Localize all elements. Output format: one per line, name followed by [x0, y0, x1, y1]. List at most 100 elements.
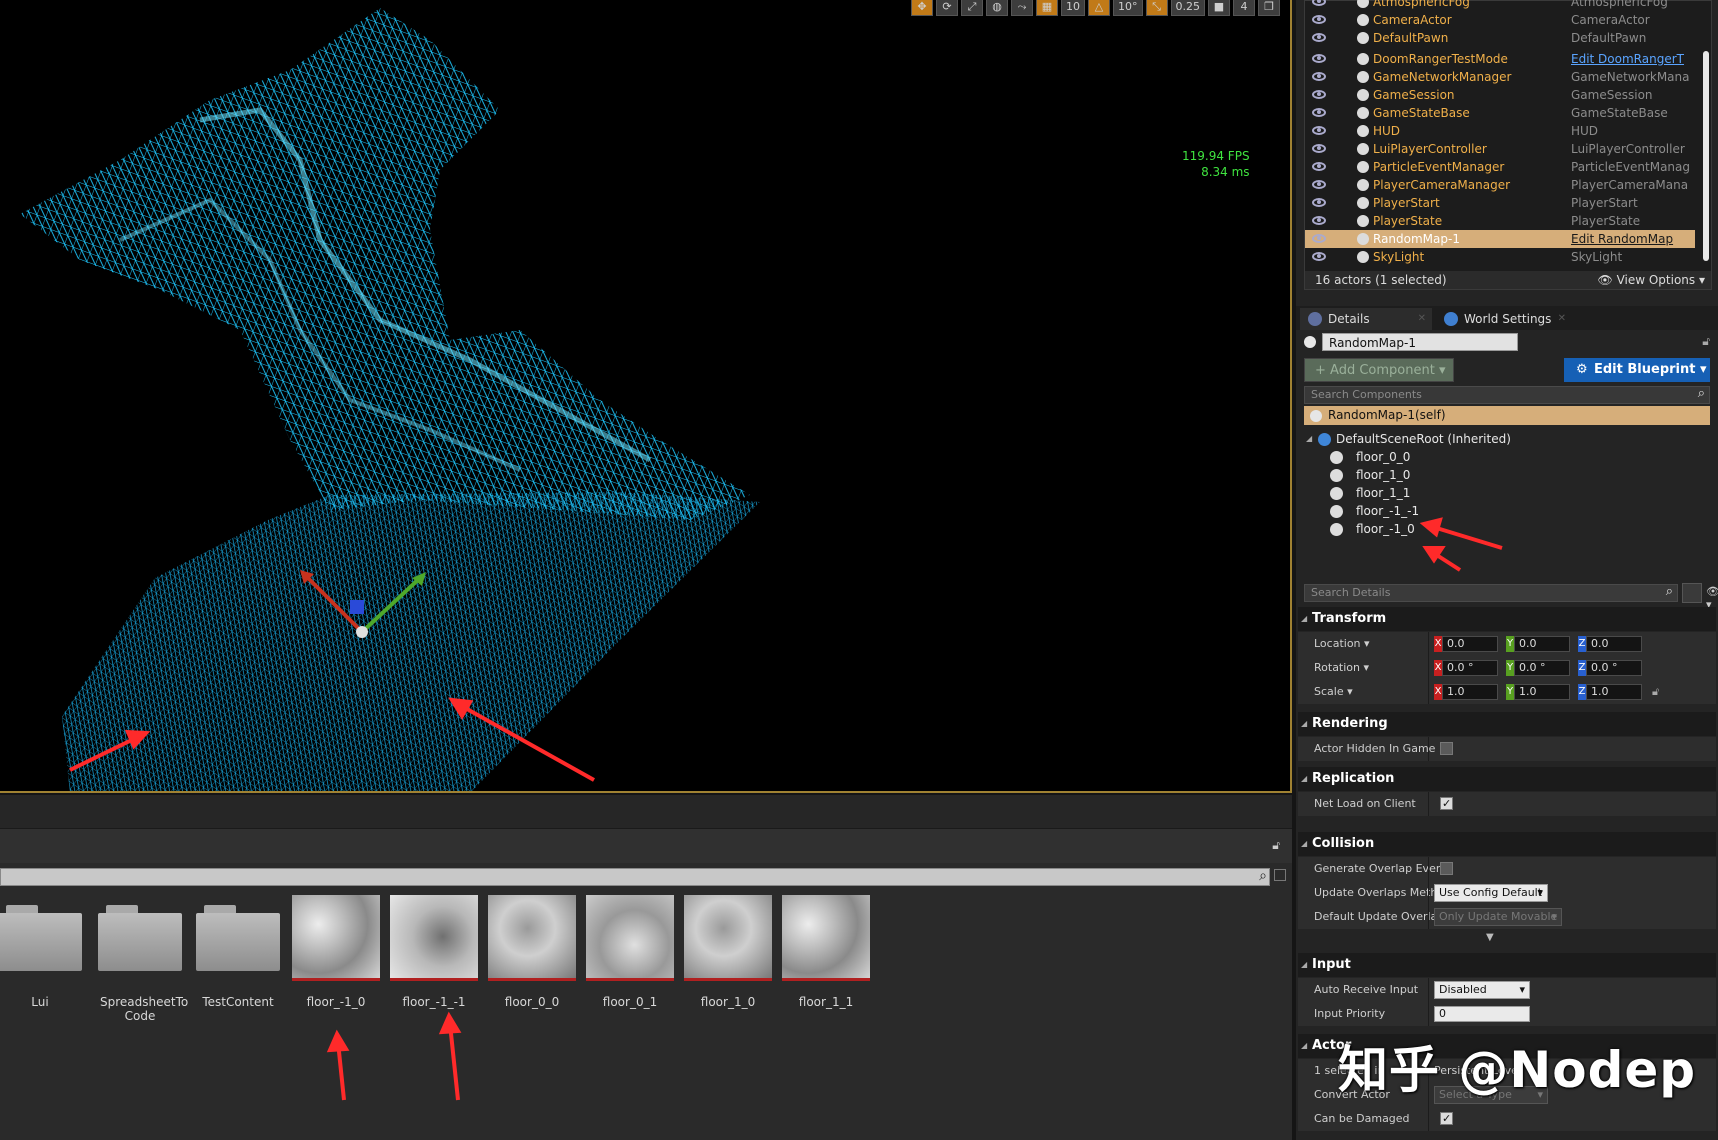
translate-mode-icon[interactable]: ✥: [911, 0, 933, 16]
lock-icon[interactable]: 🔓︎: [1702, 334, 1710, 349]
scale-y[interactable]: Y 1.0: [1506, 684, 1572, 700]
outliner-row[interactable]: CameraActor CameraActor: [1305, 11, 1695, 29]
component-self[interactable]: RandomMap-1(self): [1304, 406, 1710, 425]
location-x[interactable]: X 0.0: [1434, 636, 1500, 652]
expand-advanced-icon[interactable]: ▼: [1486, 932, 1494, 943]
rotation-z[interactable]: Z 0.0 °: [1578, 660, 1644, 676]
category-replication[interactable]: Replication: [1298, 767, 1716, 791]
add-component-button[interactable]: + Add Component ▾: [1304, 358, 1454, 382]
camera-speed-value[interactable]: 4: [1233, 0, 1255, 16]
rotate-mode-icon[interactable]: ⟳: [936, 0, 958, 16]
net-load-checkbox[interactable]: [1440, 792, 1453, 816]
lock-icon[interactable]: 🔓︎: [1272, 838, 1280, 853]
outliner-row[interactable]: SkyLight SkyLight: [1305, 248, 1695, 266]
tab-details[interactable]: Details ✕: [1300, 308, 1432, 330]
outliner-row[interactable]: AtmosphericFog AtmosphericFog: [1305, 0, 1695, 11]
search-details-input[interactable]: Search Details ⌕: [1304, 584, 1678, 602]
input-priority-field[interactable]: 0: [1434, 1006, 1530, 1022]
auto-receive-dropdown[interactable]: Disabled: [1434, 981, 1530, 999]
visibility-eye-icon[interactable]: [1312, 216, 1326, 225]
outliner-row[interactable]: PlayerStart PlayerStart: [1305, 194, 1695, 212]
property-matrix-icon[interactable]: [1682, 583, 1702, 603]
scale-snap-value[interactable]: 0.25: [1170, 0, 1205, 16]
visibility-eye-icon[interactable]: [1312, 252, 1326, 261]
location-y[interactable]: Y 0.0: [1506, 636, 1572, 652]
component-item[interactable]: floor_1_0: [1330, 466, 1410, 484]
scale-z[interactable]: Z 1.0: [1578, 684, 1644, 700]
scale-x[interactable]: X 1.0: [1434, 684, 1500, 700]
outliner-row[interactable]: GameNetworkManager GameNetworkMana: [1305, 68, 1695, 86]
component-item[interactable]: floor_-1_-1: [1330, 502, 1419, 520]
maximize-viewport-icon[interactable]: ❐: [1258, 0, 1280, 16]
outliner-row[interactable]: GameStateBase GameStateBase: [1305, 104, 1695, 122]
actor-type[interactable]: Edit DoomRangerT: [1571, 50, 1701, 68]
component-item[interactable]: floor_-1_0: [1330, 520, 1415, 538]
rotation-snap-value[interactable]: 10°: [1113, 0, 1143, 16]
update-overlaps-dropdown[interactable]: Use Config Default: [1434, 884, 1548, 902]
edit-blueprint-button[interactable]: ⚙ Edit Blueprint ▾: [1564, 358, 1710, 382]
asset-texture-floor_0_1[interactable]: floor_0_1: [586, 895, 674, 1009]
category-transform[interactable]: Transform: [1298, 607, 1716, 631]
outliner-row[interactable]: HUD HUD: [1305, 122, 1695, 140]
close-icon[interactable]: ✕: [1558, 308, 1566, 330]
scale-snap-icon[interactable]: ⤡: [1145, 0, 1168, 16]
rotation-label[interactable]: Rotation ▾: [1314, 656, 1369, 680]
visibility-eye-icon[interactable]: [1312, 72, 1326, 81]
visibility-eye-icon[interactable]: [1312, 15, 1326, 24]
visibility-eye-icon[interactable]: [1312, 144, 1326, 153]
scale-label[interactable]: Scale ▾: [1314, 680, 1353, 704]
visibility-eye-icon[interactable]: [1312, 198, 1326, 207]
visibility-eye-icon[interactable]: [1312, 108, 1326, 117]
visibility-eye-icon[interactable]: [1312, 234, 1326, 243]
component-default-scene-root[interactable]: ◢ DefaultSceneRoot (Inherited): [1306, 430, 1511, 448]
asset-texture-floor_0_0[interactable]: floor_0_0: [488, 895, 576, 1009]
surface-snap-icon[interactable]: ⤳: [1011, 0, 1033, 16]
grid-size[interactable]: 10: [1061, 0, 1085, 16]
rotation-y[interactable]: Y 0.0 °: [1506, 660, 1572, 676]
visibility-eye-icon[interactable]: [1312, 162, 1326, 171]
default-overlaps-dropdown[interactable]: Only Update Movable: [1434, 908, 1562, 926]
asset-texture-floor_1_1[interactable]: floor_1_1: [782, 895, 870, 1009]
asset-texture-floor_1_0[interactable]: floor_1_0: [684, 895, 772, 1009]
location-label[interactable]: Location ▾: [1314, 632, 1370, 656]
visibility-eye-icon[interactable]: [1312, 0, 1326, 6]
actor-type[interactable]: Edit RandomMap: [1571, 230, 1701, 248]
visibility-eye-icon[interactable]: [1312, 90, 1326, 99]
view-options-button[interactable]: 👁︎ View Options ▾: [1598, 271, 1706, 289]
asset-texture-floor_-1_0[interactable]: floor_-1_0: [292, 895, 380, 1009]
world-local-icon[interactable]: ◍: [986, 0, 1008, 16]
visibility-eye-icon[interactable]: [1312, 126, 1326, 135]
search-components-input[interactable]: Search Components ⌕: [1304, 386, 1710, 404]
outliner-row[interactable]: GameSession GameSession: [1305, 86, 1695, 104]
actor-name-field[interactable]: RandomMap-1: [1322, 333, 1518, 351]
outliner-row[interactable]: PlayerCameraManager PlayerCameraMana: [1305, 176, 1695, 194]
category-rendering[interactable]: Rendering: [1298, 712, 1716, 736]
component-item[interactable]: floor_1_1: [1330, 484, 1410, 502]
outliner-row[interactable]: DoomRangerTestMode Edit DoomRangerT: [1305, 50, 1695, 68]
visibility-eye-icon[interactable]: [1312, 33, 1326, 42]
content-search-input[interactable]: ⌕: [0, 868, 1270, 886]
save-icon[interactable]: [1274, 869, 1286, 881]
visibility-eye-icon[interactable]: [1312, 180, 1326, 189]
rotation-snap-icon[interactable]: △: [1088, 0, 1110, 16]
outliner-scrollbar[interactable]: [1703, 51, 1709, 261]
asset-folder-spreadsheet[interactable]: SpreadsheetTo Code: [96, 895, 188, 1023]
category-collision[interactable]: Collision: [1298, 832, 1716, 856]
generate-overlap-checkbox[interactable]: [1440, 862, 1453, 875]
asset-folder-testcontent[interactable]: TestContent: [194, 895, 282, 1009]
location-z[interactable]: Z 0.0: [1578, 636, 1644, 652]
asset-folder-lui[interactable]: Lui: [0, 895, 84, 1009]
grid-snap-icon[interactable]: ▦: [1036, 0, 1058, 16]
component-item[interactable]: floor_0_0: [1330, 448, 1410, 466]
scale-mode-icon[interactable]: ⤢: [961, 0, 983, 16]
actor-hidden-checkbox[interactable]: [1440, 742, 1453, 755]
tab-world-settings[interactable]: World Settings ✕: [1436, 308, 1572, 330]
asset-texture-floor_-1_-1[interactable]: floor_-1_-1: [390, 895, 478, 1009]
camera-speed-icon[interactable]: ■: [1208, 0, 1230, 16]
can-be-damaged-checkbox[interactable]: [1440, 1107, 1453, 1131]
category-input[interactable]: Input: [1298, 953, 1716, 977]
expand-arrow-icon[interactable]: ◢: [1306, 430, 1312, 448]
outliner-row[interactable]: ParticleEventManager ParticleEventManag: [1305, 158, 1695, 176]
outliner-row[interactable]: LuiPlayerController LuiPlayerController: [1305, 140, 1695, 158]
outliner-row[interactable]: RandomMap-1 Edit RandomMap: [1305, 230, 1695, 248]
